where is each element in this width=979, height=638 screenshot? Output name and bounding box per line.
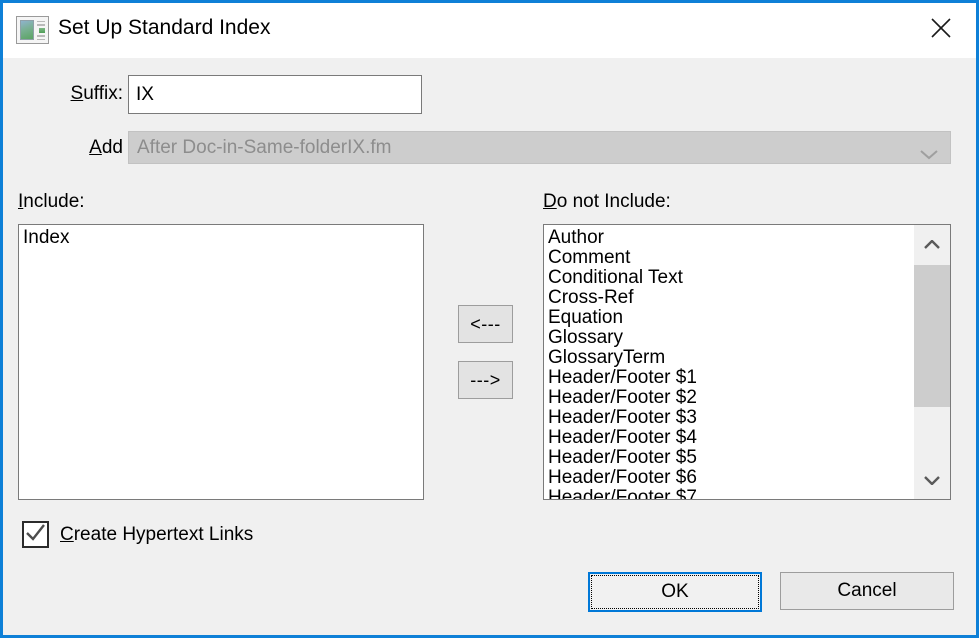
- add-label: Add: [23, 137, 123, 159]
- list-item[interactable]: Author: [544, 228, 914, 248]
- list-item[interactable]: Header/Footer $4: [544, 428, 914, 448]
- list-item[interactable]: Header/Footer $3: [544, 408, 914, 428]
- ok-button[interactable]: OK: [588, 572, 762, 612]
- close-icon: [928, 15, 954, 44]
- do-not-include-label: Do not Include:: [543, 191, 671, 213]
- include-list-items: Index: [19, 225, 423, 499]
- list-item[interactable]: Header/Footer $1: [544, 368, 914, 388]
- list-item[interactable]: Header/Footer $5: [544, 448, 914, 468]
- suffix-label: Suffix:: [23, 83, 123, 105]
- list-item[interactable]: Equation: [544, 308, 914, 328]
- list-item[interactable]: Glossary: [544, 328, 914, 348]
- scroll-up-button[interactable]: [914, 225, 950, 263]
- list-item[interactable]: Header/Footer $6: [544, 468, 914, 488]
- list-item[interactable]: Comment: [544, 248, 914, 268]
- do-not-include-list-items: AuthorCommentConditional TextCross-RefEq…: [544, 225, 914, 499]
- close-button[interactable]: [915, 7, 967, 52]
- scrollbar-thumb[interactable]: [914, 265, 950, 407]
- list-item[interactable]: Cross-Ref: [544, 288, 914, 308]
- scroll-down-button[interactable]: [914, 461, 950, 499]
- list-item[interactable]: Conditional Text: [544, 268, 914, 288]
- do-not-include-listbox[interactable]: AuthorCommentConditional TextCross-RefEq…: [543, 224, 951, 500]
- suffix-input[interactable]: [128, 75, 422, 114]
- list-item[interactable]: Header/Footer $2: [544, 388, 914, 408]
- add-position-dropdown[interactable]: After Doc-in-Same-folderIX.fm: [128, 131, 951, 164]
- app-icon: [16, 16, 49, 44]
- chevron-up-icon: [924, 237, 940, 252]
- list-item[interactable]: Index: [19, 228, 423, 248]
- create-hypertext-links-checkbox[interactable]: [22, 521, 49, 548]
- move-to-include-button[interactable]: <---: [458, 305, 513, 343]
- include-label: Include:: [18, 191, 85, 213]
- vertical-scrollbar[interactable]: [914, 225, 950, 499]
- checkmark-icon: [24, 521, 47, 549]
- move-to-exclude-button[interactable]: --->: [458, 361, 513, 399]
- list-item[interactable]: Header/Footer $7: [544, 488, 914, 499]
- dialog-title: Set Up Standard Index: [58, 16, 270, 40]
- chevron-down-icon: [920, 144, 938, 166]
- include-listbox[interactable]: Index: [18, 224, 424, 500]
- list-item[interactable]: GlossaryTerm: [544, 348, 914, 368]
- chevron-down-icon: [924, 473, 940, 488]
- cancel-button[interactable]: Cancel: [780, 572, 954, 610]
- title-bar: Set Up Standard Index: [3, 3, 976, 58]
- create-hypertext-links-label: Create Hypertext Links: [60, 524, 253, 546]
- add-position-dropdown-value: After Doc-in-Same-folderIX.fm: [137, 137, 391, 159]
- setup-standard-index-dialog: Set Up Standard Index Suffix: Add After …: [0, 0, 979, 638]
